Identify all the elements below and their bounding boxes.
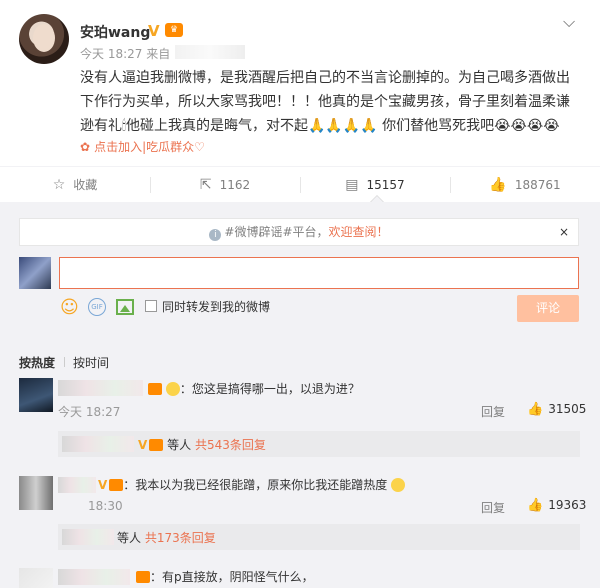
sub-reply-count[interactable]: 共173条回复 — [145, 531, 216, 545]
thumb-up-icon: 👍 — [527, 498, 544, 513]
comment-text: V ：我本以为我已经很能蹭，原来你比我还能蹭热度 — [98, 476, 406, 493]
comment-like-button[interactable]: 👍 31505 — [527, 402, 586, 417]
commenter-name-blurred[interactable] — [58, 380, 143, 396]
comment-time: 今天 18:27 — [58, 405, 121, 419]
comment-text: ：您这是搞得哪一出，以退为进？ — [146, 380, 360, 397]
repost-count: 1162 — [219, 177, 251, 192]
like-count: 188761 — [514, 177, 561, 192]
sub-replier-name-blurred — [62, 529, 114, 545]
emoji-icon[interactable]: ☺ — [60, 297, 79, 318]
fan-group-icon: ✿ — [80, 140, 91, 154]
submit-comment-button[interactable]: 评论 — [517, 295, 579, 322]
comment-section: i #微博辟谣#平台，欢迎查阅！ × ☺ GIF 同时转发到我的微博 评论 按热度… — [0, 202, 600, 588]
comment-body: ：您这是搞得哪一出，以退为进？ — [179, 382, 360, 396]
sub-reply-summary[interactable]: 等人 共173条回复 — [117, 529, 216, 546]
gif-icon[interactable]: GIF — [88, 298, 106, 316]
post-source-blurred — [175, 45, 245, 59]
image-icon[interactable] — [116, 299, 134, 315]
favorite-label: 收藏 — [73, 178, 98, 192]
vip-badge-icon — [149, 439, 164, 451]
notice-link[interactable]: 欢迎查阅！ — [329, 225, 389, 239]
thumb-up-icon: 👍 — [527, 402, 544, 417]
comment-text: ：有p直接放，阴阳怪气什么， — [134, 568, 314, 585]
notice-prefix[interactable]: #微博辟谣#平台， — [224, 225, 328, 239]
vip-badge-icon: ♛ — [165, 23, 183, 37]
info-icon: i — [209, 229, 222, 241]
post-action-bar: ☆ 收藏 ⇱ 1162 ▤ 15157 👍 188761 — [0, 166, 600, 202]
sub-reply-count[interactable]: 共543条回复 — [195, 438, 266, 452]
comment-body: ：我本以为我已经很能蹭，原来你比我还能蹭热度 — [123, 478, 388, 492]
vip-badge-icon — [109, 479, 124, 491]
sub-reply-name: 等人 — [167, 438, 192, 452]
comment-time: 18:30 — [88, 499, 123, 513]
sub-replier-name-blurred — [62, 436, 134, 452]
smile-emoji-icon — [391, 478, 406, 492]
author-name[interactable]: 安珀wang — [80, 22, 150, 42]
close-icon[interactable]: × — [559, 219, 569, 245]
repost-icon: ⇱ — [199, 176, 212, 193]
commenter-avatar[interactable] — [19, 568, 53, 588]
like-button[interactable]: 👍 188761 — [450, 167, 600, 202]
comment-like-count: 31505 — [548, 402, 587, 416]
commenter-name-blurred[interactable] — [58, 477, 96, 493]
rumor-notice-bar: i #微博辟谣#平台，欢迎查阅！ × — [19, 218, 579, 246]
smile-emoji-icon — [165, 382, 180, 396]
repost-button[interactable]: ⇱ 1162 — [150, 167, 300, 202]
comment-like-button[interactable]: 👍 19363 — [527, 498, 586, 513]
sort-by-time[interactable]: 按时间 — [73, 354, 109, 371]
comment-input[interactable] — [59, 257, 579, 289]
comment-count: 15157 — [366, 177, 405, 192]
fan-group-label: 点击加入|吃瓜群众♡ — [94, 140, 205, 154]
vip-badge-icon — [148, 383, 162, 395]
star-icon: ☆ — [52, 176, 66, 193]
author-avatar[interactable] — [19, 14, 69, 64]
commenter-avatar[interactable] — [19, 378, 53, 412]
my-avatar — [19, 257, 51, 289]
verified-v-icon: V — [148, 22, 160, 40]
sub-reply-name: 等人 — [117, 531, 142, 545]
reply-button[interactable]: 回复 — [481, 403, 505, 420]
comment-icon: ▤ — [345, 176, 359, 193]
post-content: 没有人逼迫我删微博，是我酒醒后把自己的不当言论删掉的。为自己喝多酒做出下作行为买… — [80, 70, 570, 134]
favorite-button[interactable]: ☆ 收藏 — [0, 167, 150, 202]
sort-divider — [64, 357, 65, 367]
repost-checkbox[interactable] — [145, 300, 157, 312]
verified-v-icon: V — [138, 438, 148, 452]
verified-v-icon: V — [98, 478, 108, 492]
post-card: 安珀wang V ♛ ⌵ 今天 18:27 来自 没有人逼迫我删微博，是我酒醒后… — [0, 0, 600, 166]
repost-checkbox-label: 同时转发到我的微博 — [162, 300, 271, 314]
comment-body: ：有p直接放，阴阳怪气什么， — [150, 570, 314, 584]
commenter-name-blurred[interactable] — [58, 569, 130, 585]
vip-badge-icon — [136, 571, 150, 583]
reply-button[interactable]: 回复 — [481, 499, 505, 516]
thumb-up-icon: 👍 — [489, 176, 507, 193]
post-time: 今天 18:27 来自 — [80, 47, 171, 61]
sub-reply-box[interactable] — [58, 431, 580, 457]
fan-group-link[interactable]: ✿ 点击加入|吃瓜群众♡ — [80, 138, 205, 155]
sub-reply-summary[interactable]: V 等人 共543条回复 — [138, 436, 266, 453]
sort-by-hot[interactable]: 按热度 — [19, 354, 55, 371]
chevron-down-icon[interactable]: ⌵ — [563, 12, 575, 32]
comment-like-count: 19363 — [548, 498, 587, 512]
commenter-avatar[interactable] — [19, 476, 53, 510]
